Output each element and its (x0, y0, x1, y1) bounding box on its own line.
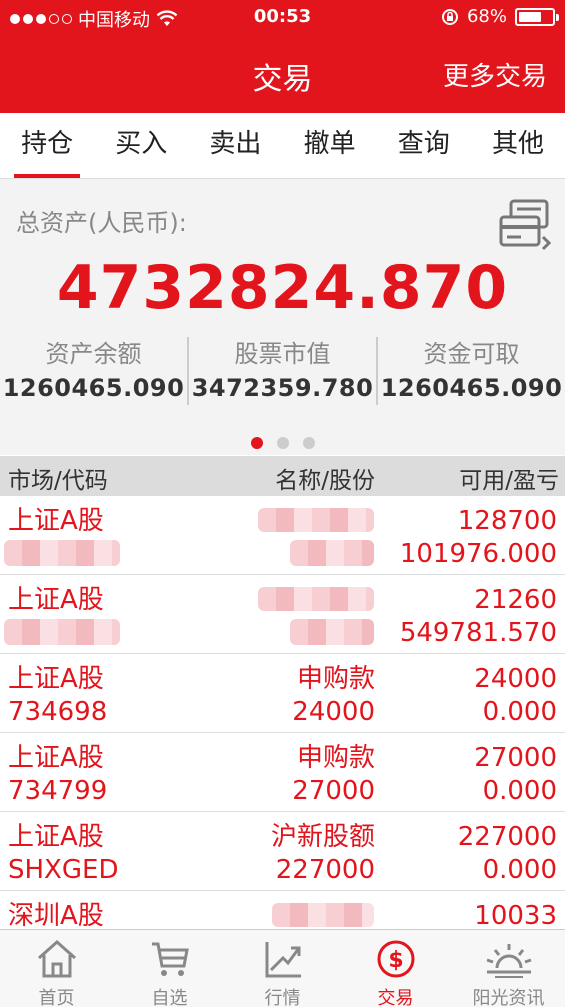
redacted-name (272, 903, 374, 927)
row-market: 上证A股 (8, 585, 104, 615)
table-row[interactable]: 上证A股 128700 101976.000 (0, 496, 565, 575)
withdrawable-funds: 资金可取 1260465.090 (378, 337, 565, 405)
page-dot (276, 437, 289, 449)
redacted-name (258, 587, 374, 611)
row-shares: 27000 (292, 776, 375, 806)
row-market: 上证A股 (8, 506, 104, 536)
total-assets-label: 总资产(人民币): (16, 209, 187, 237)
redacted-code (4, 619, 120, 645)
row-available: 27000 (474, 743, 557, 773)
row-shares: 227000 (275, 855, 375, 885)
row-available: 10033 (474, 901, 557, 928)
row-code: 734698 (8, 697, 108, 727)
row-code: 734799 (8, 776, 108, 806)
tab-positions[interactable]: 持仓 (0, 113, 94, 178)
tab-buy[interactable]: 买入 (94, 113, 188, 178)
bottom-nav: 首页 自选 行情 $ 交易 阳光资讯 (0, 929, 565, 1007)
nav-trade[interactable]: $ 交易 (339, 930, 452, 1007)
total-assets-value: 4732824.870 (56, 253, 509, 323)
page-dot (302, 437, 315, 449)
row-name: 申购款 (296, 743, 375, 773)
stock-market-value-label: 股票市值 (234, 340, 331, 368)
positions-list[interactable]: 上证A股 128700 101976.000 上证A股 21260 549781… (0, 496, 565, 928)
row-market: 深圳A股 (8, 901, 104, 928)
tab-sell[interactable]: 卖出 (188, 113, 282, 178)
row-pnl: 0.000 (482, 855, 557, 885)
battery-percent: 68% (466, 6, 507, 27)
nav-sunshine-news-label: 阳光资讯 (472, 988, 545, 1007)
orientation-lock-icon (441, 8, 458, 25)
redacted-name (258, 508, 374, 532)
row-pnl: 0.000 (482, 776, 557, 806)
page-indicator (0, 437, 565, 449)
home-icon (37, 939, 76, 978)
row-pnl: 549781.570 (399, 618, 557, 648)
table-row[interactable]: 上证A股 734799 申购款 27000 27000 0.000 (0, 733, 565, 812)
tab-cancel-order[interactable]: 撤单 (283, 113, 377, 178)
nav-trade-label: 交易 (377, 988, 414, 1007)
asset-balance: 资产余额 1260465.090 (0, 337, 189, 405)
nav-home[interactable]: 首页 (0, 930, 113, 1007)
row-available: 128700 (457, 506, 557, 536)
nav-watchlist-label: 自选 (151, 988, 188, 1007)
trade-tabs: 持仓 买入 卖出 撤单 查询 其他 (0, 113, 565, 179)
nav-market-label: 行情 (264, 988, 301, 1007)
nav-home-label: 首页 (38, 988, 75, 1007)
asset-balance-value: 1260465.090 (2, 374, 185, 402)
row-shares: 24000 (292, 697, 375, 727)
cart-icon (151, 942, 189, 976)
redacted-shares (290, 540, 374, 566)
stock-market-value-value: 3472359.780 (191, 374, 374, 402)
bank-card-icon[interactable] (497, 197, 551, 253)
redacted-code (4, 540, 120, 566)
asset-balance-label: 资产余额 (45, 340, 142, 368)
stock-market-value: 股票市值 3472359.780 (189, 337, 378, 405)
withdrawable-funds-label: 资金可取 (423, 340, 520, 368)
table-header: 市场/代码 名称/股份 可用/盈亏 (0, 456, 565, 496)
status-right: 68% (441, 6, 559, 27)
nav-market[interactable]: 行情 (226, 930, 339, 1007)
withdrawable-funds-value: 1260465.090 (380, 374, 563, 402)
row-name: 申购款 (296, 664, 375, 694)
row-available: 21260 (474, 585, 557, 615)
row-pnl: 101976.000 (399, 539, 557, 569)
dollar-icon: $ (377, 940, 414, 978)
page-dot (250, 437, 263, 449)
row-code: SHXGED (8, 855, 119, 885)
column-header-name: 名称/股份 (275, 468, 375, 494)
assets-summary[interactable]: 总资产(人民币): 4732824.870 资产余额 1260465.090 股… (0, 179, 565, 455)
battery-icon (515, 7, 559, 26)
row-market: 上证A股 (8, 743, 104, 773)
table-row[interactable]: 上证A股 21260 549781.570 (0, 575, 565, 654)
asset-breakdown: 资产余额 1260465.090 股票市值 3472359.780 资金可取 1… (0, 337, 565, 405)
more-trade-button[interactable]: 更多交易 (443, 56, 547, 93)
tab-query[interactable]: 查询 (377, 113, 471, 178)
nav-sunshine-news[interactable]: 阳光资讯 (452, 930, 565, 1007)
column-header-market: 市场/代码 (8, 468, 108, 494)
top-bar: 中国移动 00:53 68% 交易 更多交易 (0, 0, 565, 113)
row-available: 24000 (474, 664, 557, 694)
row-market: 上证A股 (8, 822, 104, 852)
row-pnl: 0.000 (482, 697, 557, 727)
row-available: 227000 (457, 822, 557, 852)
status-bar: 中国移动 00:53 68% (0, 0, 565, 34)
column-header-available: 可用/盈亏 (459, 468, 559, 494)
sun-news-icon (486, 944, 531, 978)
trend-icon (265, 942, 301, 978)
svg-text:$: $ (388, 948, 403, 973)
nav-watchlist[interactable]: 自选 (113, 930, 226, 1007)
row-market: 上证A股 (8, 664, 104, 694)
tab-other[interactable]: 其他 (471, 113, 565, 178)
table-row[interactable]: 上证A股 SHXGED 沪新股额 227000 227000 0.000 (0, 812, 565, 891)
table-row[interactable]: 深圳A股 10033 (0, 891, 565, 928)
redacted-shares (290, 619, 374, 645)
row-name: 沪新股额 (270, 822, 375, 852)
table-row[interactable]: 上证A股 734698 申购款 24000 24000 0.000 (0, 654, 565, 733)
